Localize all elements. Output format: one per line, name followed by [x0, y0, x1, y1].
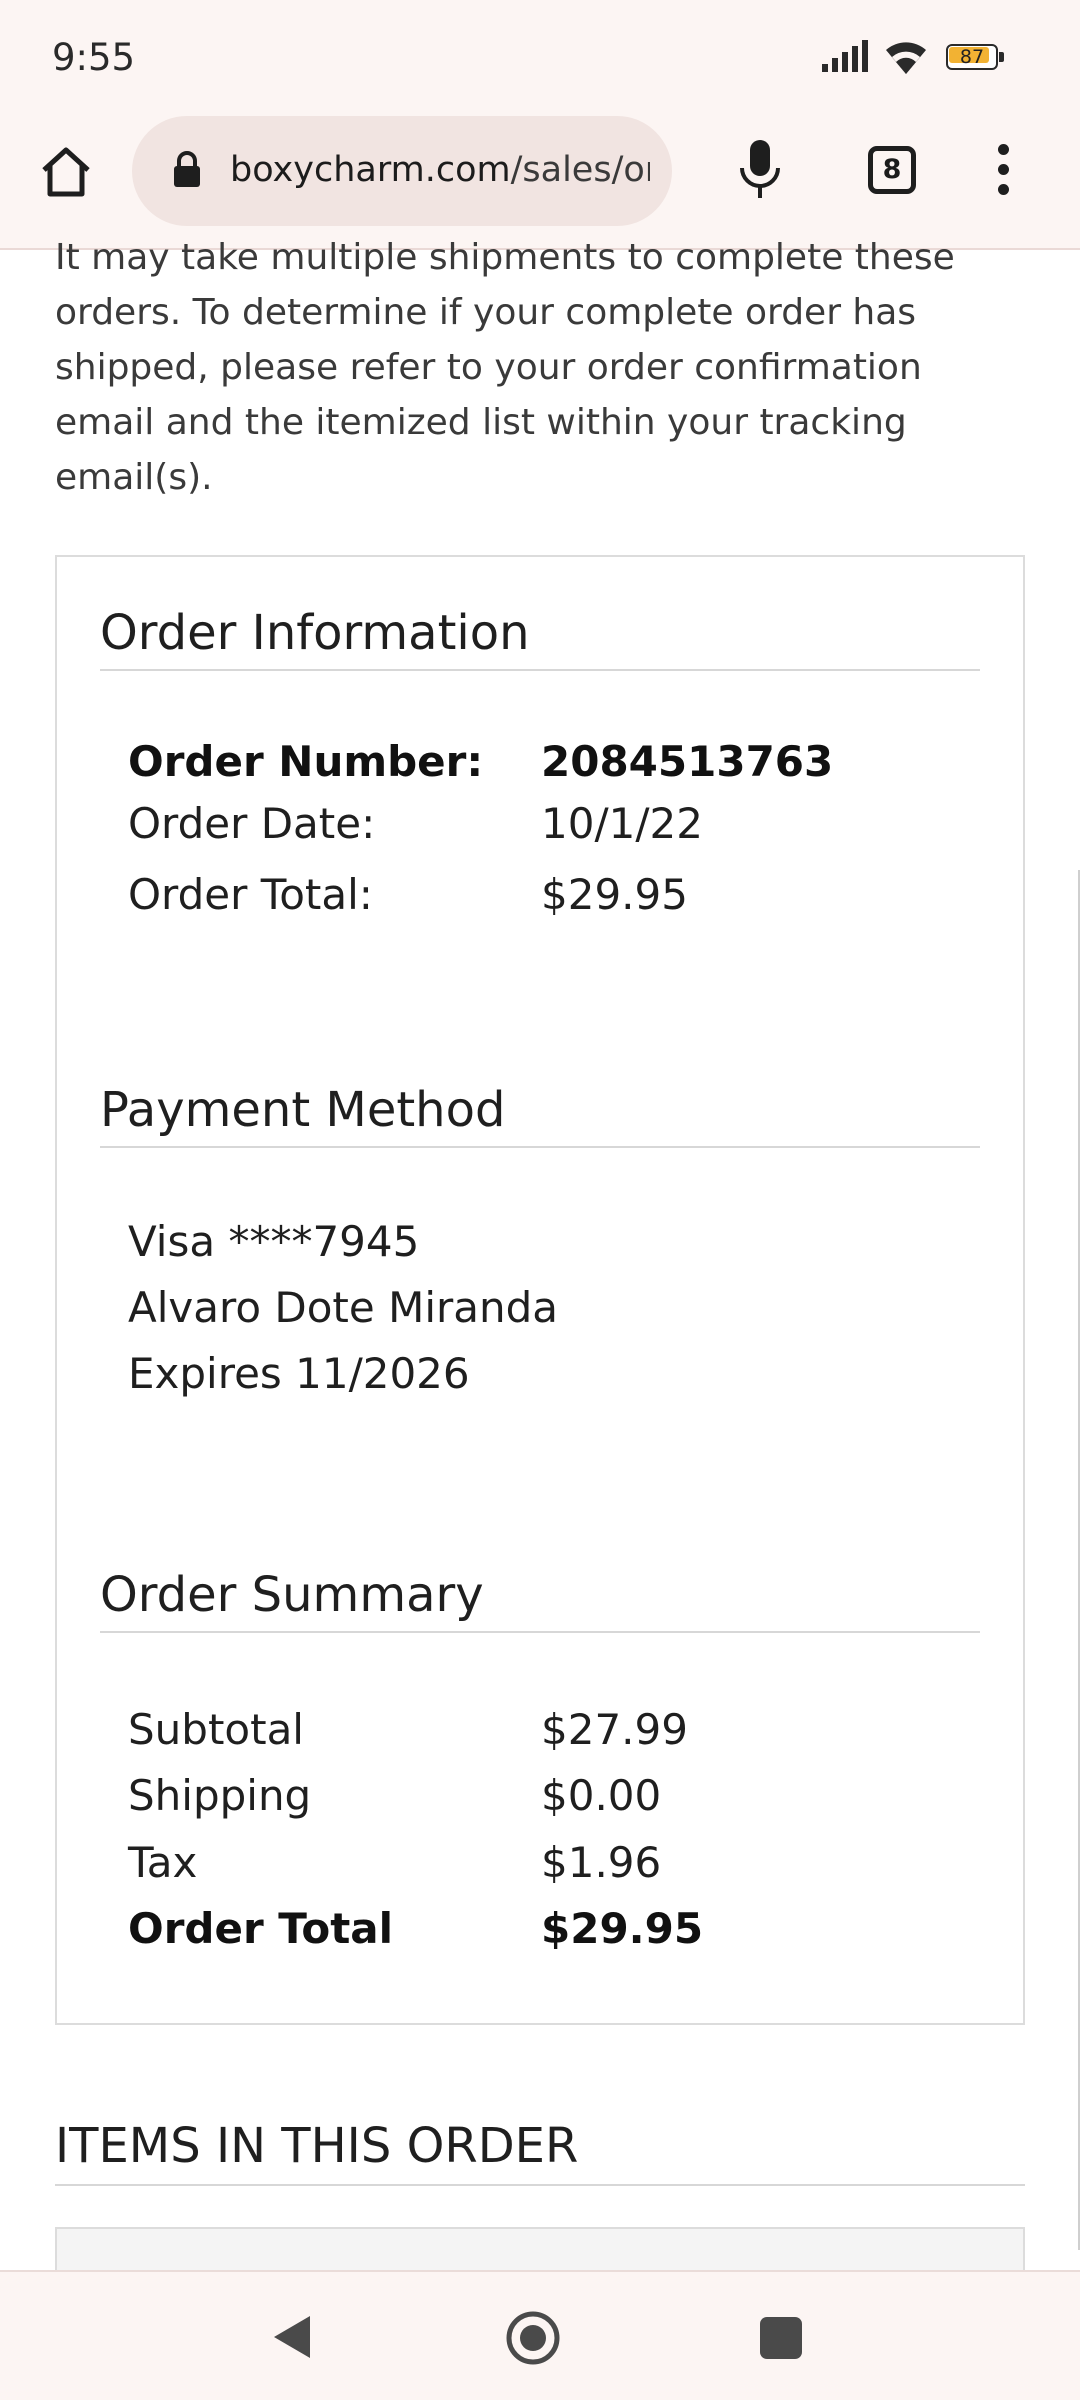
order-total-label: Order Total:	[128, 870, 373, 919]
order-total-value: $29.95	[541, 870, 688, 919]
status-bar: 9:55 87	[0, 0, 1080, 116]
order-information-title: Order Information	[100, 605, 980, 671]
payment-method-title: Payment Method	[100, 1082, 980, 1148]
shipping-value: $0.00	[541, 1771, 662, 1820]
back-icon[interactable]	[270, 2312, 314, 2366]
tax-value: $1.96	[541, 1838, 662, 1887]
lock-icon	[172, 151, 202, 193]
battery-level: 87	[959, 46, 985, 68]
battery-icon: 87	[946, 44, 1006, 72]
tax-label: Tax	[128, 1838, 198, 1887]
subtotal-value: $27.99	[541, 1705, 688, 1754]
signal-icon	[822, 40, 872, 78]
screen: 9:55 87 boxycharm.com/sales/o 8 It may t…	[0, 0, 1080, 2400]
summary-total-value: $29.95	[541, 1904, 704, 1953]
recents-icon[interactable]	[760, 2317, 802, 2359]
address-bar[interactable]: boxycharm.com/sales/orc	[132, 116, 672, 226]
items-in-order-title: ITEMS IN THIS ORDER	[55, 2118, 1025, 2186]
order-details-card: Order Information Order Number: 20845137…	[55, 555, 1025, 2025]
mic-icon[interactable]	[736, 138, 784, 204]
order-date-label: Order Date:	[128, 799, 376, 848]
page-content: It may take multiple shipments to comple…	[0, 237, 1080, 2287]
intro-text: It may take multiple shipments to comple…	[55, 237, 955, 498]
url-domain: boxycharm.com	[230, 150, 511, 190]
status-time: 9:55	[52, 36, 136, 79]
order-date-value: 10/1/22	[541, 799, 703, 848]
menu-icon[interactable]	[988, 144, 1018, 204]
shipping-label: Shipping	[128, 1771, 312, 1820]
payment-card: Visa ****7945	[128, 1217, 420, 1266]
system-nav-bar	[0, 2270, 1080, 2400]
wifi-icon	[882, 38, 930, 80]
payment-name: Alvaro Dote Miranda	[128, 1283, 559, 1332]
subtotal-label: Subtotal	[128, 1705, 304, 1754]
order-summary-title: Order Summary	[100, 1567, 980, 1633]
order-number-value: 2084513763	[541, 737, 834, 786]
home-nav-icon[interactable]	[505, 2310, 561, 2370]
tabs-icon[interactable]: 8	[868, 146, 916, 194]
order-number-label: Order Number:	[128, 737, 484, 786]
url-text: boxycharm.com/sales/orc	[230, 150, 650, 190]
payment-expires: Expires 11/2026	[128, 1349, 470, 1398]
home-icon[interactable]	[38, 144, 94, 200]
url-path: /sales/orc	[510, 150, 650, 190]
summary-total-label: Order Total	[128, 1904, 394, 1953]
